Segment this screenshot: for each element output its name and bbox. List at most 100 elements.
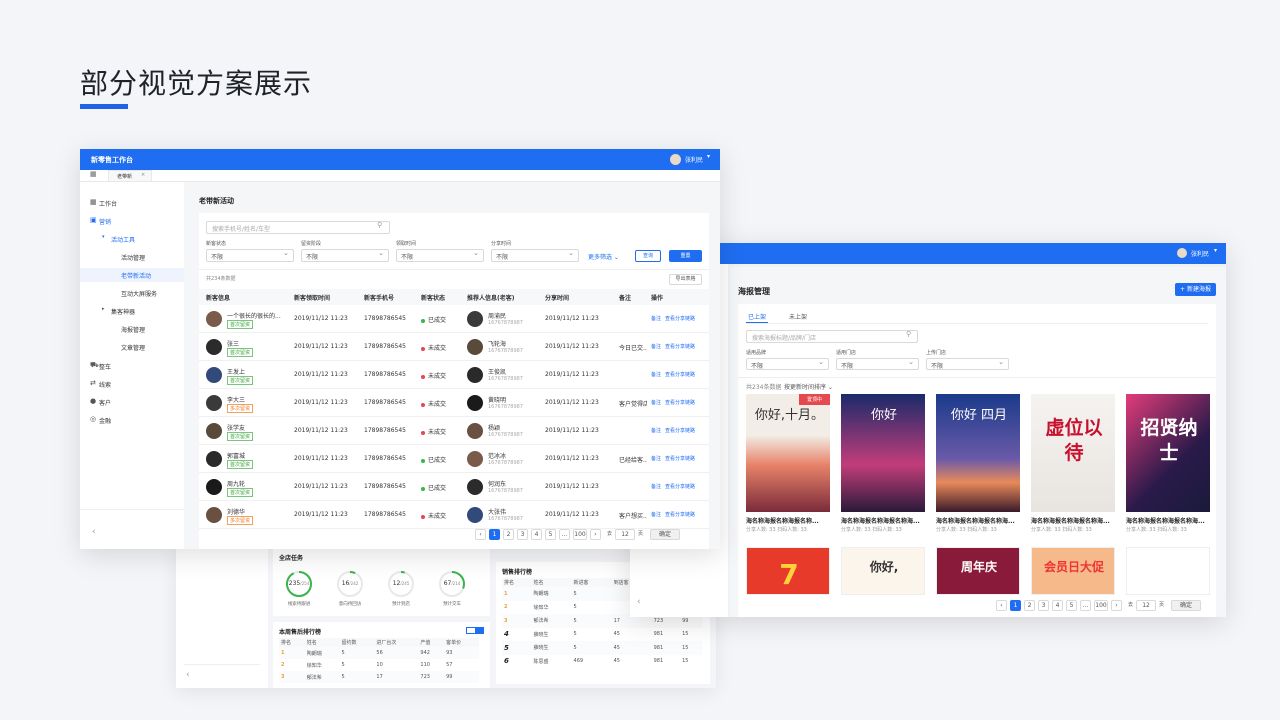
poster-image[interactable]: 你好,十月。 置顶中 [746,394,830,512]
poster-item[interactable]: 你好 海名称海报名称海报名称海... 分享人数: 33 扫码人数: 33 [841,394,925,534]
poster-image[interactable]: 7 [746,547,830,595]
new-poster-button[interactable]: + 新建海报 [1175,283,1216,296]
note-link[interactable]: 备注 [651,315,661,322]
filter-select[interactable]: 不限 [926,358,1009,370]
note-link[interactable]: 备注 [651,343,661,350]
next-page-icon[interactable]: › [590,529,601,540]
reset-button[interactable]: 重置 [669,250,702,262]
user-name[interactable]: 张利民 [685,155,703,164]
view-share-link[interactable]: 查看分享链路 [665,315,695,322]
view-share-link[interactable]: 查看分享链路 [665,455,695,462]
page-button[interactable]: 100 [1094,600,1108,611]
sidebar-item-5[interactable]: 互动大屏服务 [80,286,184,300]
filter-select[interactable]: 不限 [491,249,579,262]
chevron-down-icon[interactable]: ▾ [1214,247,1217,254]
page-button[interactable]: 1 [1010,600,1021,611]
table-row[interactable]: 周九轮 首次留资 2019/11/12 11:23 17898786545 已成交 何润东… [199,473,709,501]
page-button[interactable]: 100 [573,529,587,540]
note-link[interactable]: 备注 [651,427,661,434]
poster-item[interactable]: 虚位以待 海名称海报名称海报名称海... 分享人数: 33 扫码人数: 33 [1031,394,1115,534]
sidebar-item-3[interactable]: 活动管理 [80,250,184,264]
table-row[interactable]: 刘德华 多次留资 2019/11/12 11:23 17898786545 未成交 大张伟… [199,501,709,529]
sidebar-item-1[interactable]: ▣ 营销 [80,214,184,228]
poster-image[interactable]: 你好 [841,394,925,512]
goto-input[interactable]: 12 [615,529,636,540]
chevron-left-icon[interactable]: ‹ [637,597,641,607]
page-button[interactable]: 5 [1066,600,1077,611]
view-share-link[interactable]: 查看分享链路 [665,511,695,518]
view-share-link[interactable]: 查看分享链路 [665,371,695,378]
tab-laodaixin[interactable]: 老带新 × [108,170,152,181]
note-link[interactable]: 备注 [651,483,661,490]
poster-item[interactable]: 你好 四月 海名称海报名称海报名称海... 分享人数: 33 扫码人数: 33 [936,394,1020,534]
sidebar-item-12[interactable]: ◎ 金融 [80,413,184,427]
view-share-link[interactable]: 查看分享链路 [665,343,695,350]
view-share-link[interactable]: 查看分享链路 [665,483,695,490]
page-button[interactable]: 4 [531,529,542,540]
more-filter-button[interactable]: 更多筛选 ⌄ [588,252,619,261]
confirm-button[interactable]: 确定 [1171,600,1202,611]
table-row[interactable]: 一个很长的很长的... 首次留资 2019/11/12 11:23 178987865… [199,305,709,333]
avatar[interactable] [1177,248,1187,258]
poster-image[interactable]: 虚位以待 [1031,394,1115,512]
poster-item[interactable]: 招贤纳士 海名称海报名称海报名称海... 分享人数: 33 扫码人数: 33 [1126,394,1210,534]
poster-image[interactable]: 周年庆 [936,547,1020,595]
table-row[interactable]: 郭富城 首次留资 2019/11/12 11:23 17898786545 已成交 范冰冰… [199,445,709,473]
sidebar-item-10[interactable]: ⇄ 线索 [80,377,184,391]
chevron-down-icon[interactable]: ▾ [707,153,710,160]
filter-select[interactable]: 不限 [206,249,294,262]
page-button[interactable]: ... [559,529,570,540]
table-row[interactable]: 李大三 多次留资 2019/11/12 11:23 17898786545 未成交 黄晓明… [199,389,709,417]
prev-page-icon[interactable]: ‹ [996,600,1007,611]
avatar[interactable] [670,154,681,165]
note-link[interactable]: 备注 [651,455,661,462]
poster-item[interactable]: 你好,十月。 置顶中 海名称海报名称海报名称... 分享人数: 33 扫码人数: 33 [746,394,830,534]
week-toggle[interactable] [466,627,484,634]
page-button[interactable]: 2 [1024,600,1035,611]
table-row[interactable]: 张学友 首次留资 2019/11/12 11:23 17898786545 未成交 杨颖 1… [199,417,709,445]
export-button[interactable]: 导出表格 [669,274,702,285]
sidebar-item-8[interactable]: 文章管理 [80,340,184,354]
user-name[interactable]: 张利民 [1191,249,1209,258]
page-button[interactable]: 5 [545,529,556,540]
page-button[interactable]: 3 [1038,600,1049,611]
sidebar-item-11[interactable]: ● 客户 [80,395,184,409]
sidebar-item-7[interactable]: 海报管理 [80,322,184,336]
collapse-icon[interactable]: ‹ [92,527,96,537]
note-link[interactable]: 备注 [651,371,661,378]
filter-select[interactable]: 不限 [836,358,919,370]
view-share-link[interactable]: 查看分享链路 [665,427,695,434]
poster-image[interactable]: 你好, [841,547,925,595]
page-button[interactable]: 4 [1052,600,1063,611]
collapse-icon[interactable]: ‹ [186,670,190,680]
sidebar-item-2[interactable]: ▾ 活动工具 [80,232,184,246]
table-row[interactable]: 王发上 首次留资 2019/11/12 11:23 17898786545 未成交 王俊凯… [199,361,709,389]
next-page-icon[interactable]: › [1111,600,1122,611]
view-share-link[interactable]: 查看分享链路 [665,399,695,406]
sidebar-item-9[interactable]: ⛟ 整车 [80,359,184,373]
poster-search-input[interactable]: 搜索海报标题/品牌/门店 [746,330,918,343]
close-icon[interactable]: × [141,172,145,178]
goto-input[interactable]: 12 [1136,600,1157,611]
page-button[interactable]: ... [1080,600,1091,611]
tab-offshelf[interactable]: 未上架 [789,312,807,321]
sidebar-item-0[interactable]: ▦ 工作台 [80,196,184,210]
note-link[interactable]: 备注 [651,511,661,518]
query-button[interactable]: 查询 [635,250,661,262]
sidebar-item-6[interactable]: ▸ 集客神器 [80,304,184,318]
filter-select[interactable]: 不限 [301,249,389,262]
page-button[interactable]: 3 [517,529,528,540]
poster-image[interactable]: 招贤纳士 [1126,394,1210,512]
poster-image[interactable] [1126,547,1210,595]
poster-image[interactable]: 会员日大促 [1031,547,1115,595]
page-button[interactable]: 1 [489,529,500,540]
tab-onshelf[interactable]: 已上架 [748,312,766,321]
table-row[interactable]: 张三 首次留资 2019/11/12 11:23 17898786545 未成交 飞轮海 1… [199,333,709,361]
confirm-button[interactable]: 确定 [650,529,681,540]
note-link[interactable]: 备注 [651,399,661,406]
search-input[interactable]: 搜索手机号/姓名/车型 [206,221,390,234]
filter-select[interactable]: 不限 [396,249,484,262]
sidebar-item-4[interactable]: 老带新活动 [80,268,184,282]
apps-grid-icon[interactable]: ▦ [90,170,97,178]
filter-select[interactable]: 不限 [746,358,829,370]
